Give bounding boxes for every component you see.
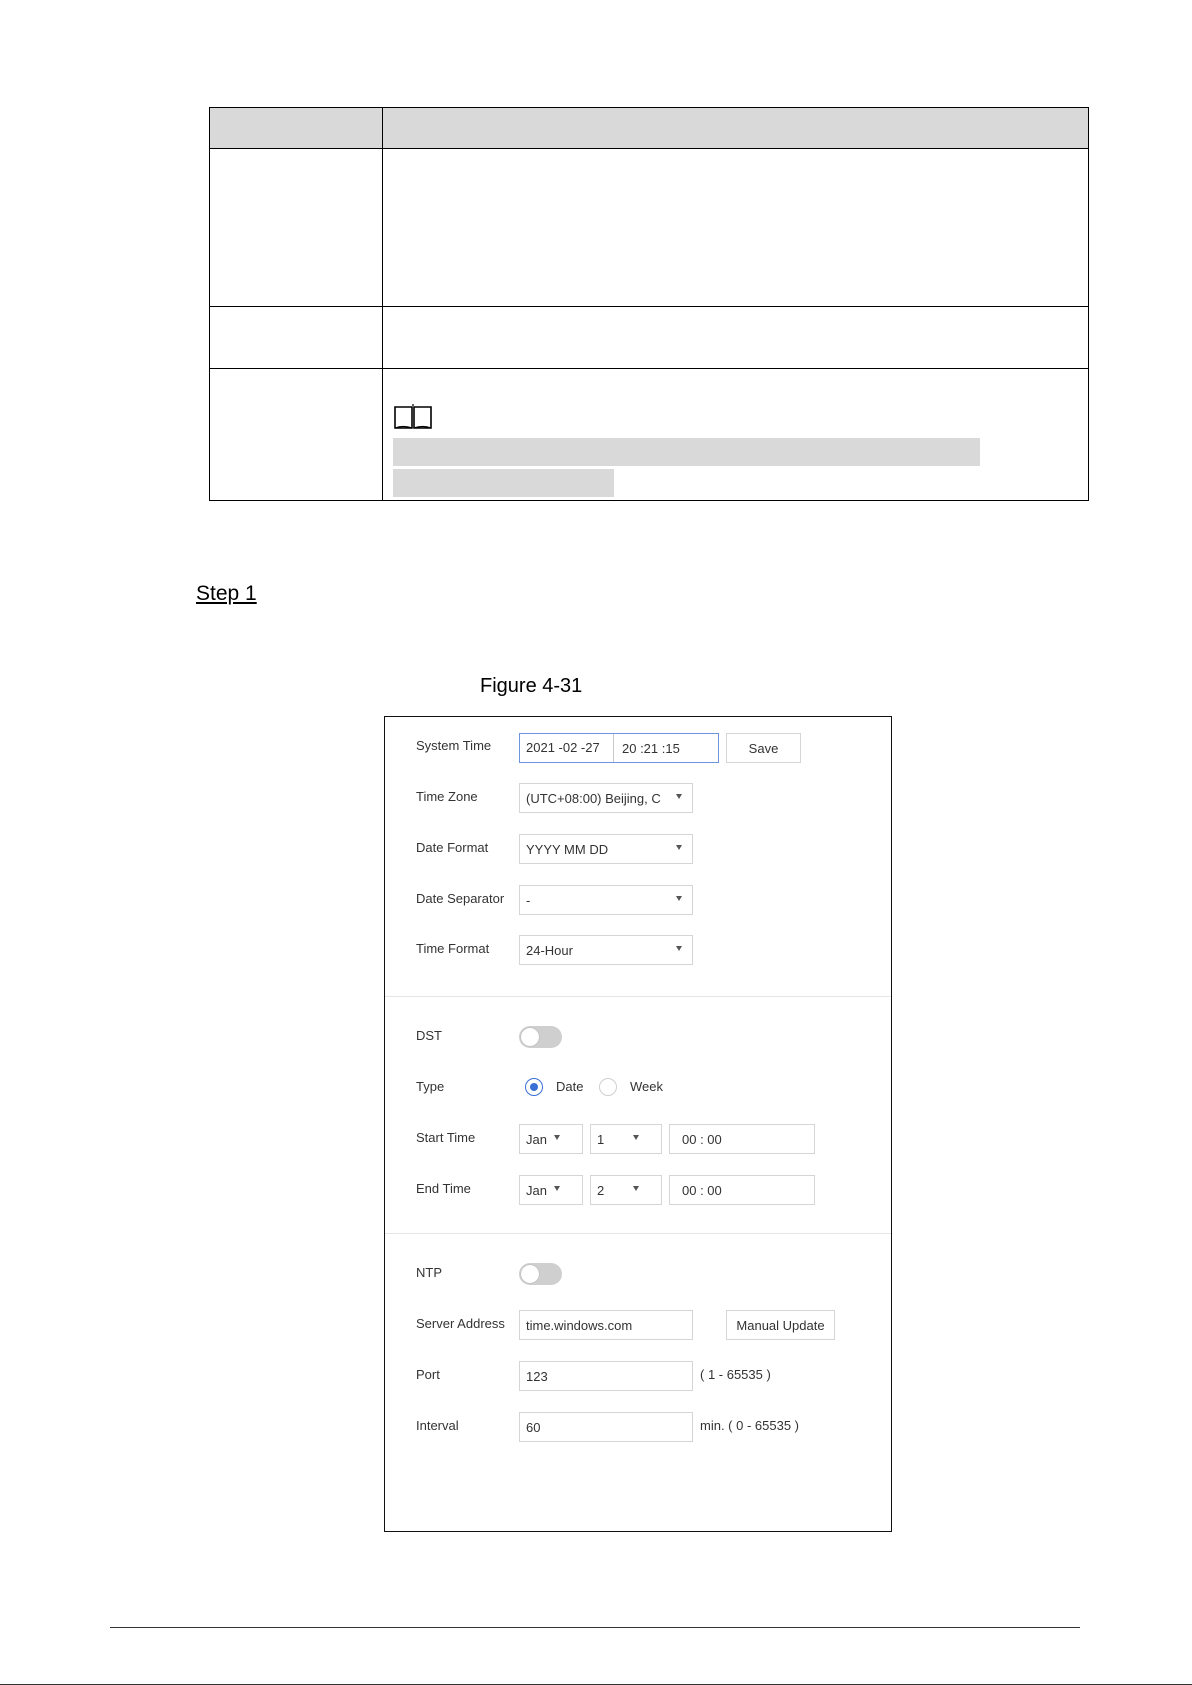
end-day-select[interactable]: 2 — [590, 1175, 662, 1205]
time-zone-value: (UTC+08:00) Beijing, C — [526, 790, 661, 806]
note-cell — [382, 368, 1089, 501]
start-month-value: Jan — [526, 1131, 547, 1147]
type-label: Type — [416, 1079, 445, 1094]
table-header-cell — [209, 107, 383, 149]
date-separator-label: Date Separator — [416, 891, 505, 906]
table-cell — [209, 368, 383, 501]
time-format-value: 24-Hour — [526, 942, 573, 958]
chevron-down-icon — [676, 845, 682, 850]
chevron-down-icon — [554, 1186, 560, 1191]
chevron-down-icon — [554, 1135, 560, 1140]
end-month-value: Jan — [526, 1182, 547, 1198]
time-format-select[interactable]: 24-Hour — [519, 935, 693, 965]
system-time-label: System Time — [416, 738, 492, 753]
section-divider — [385, 1233, 891, 1234]
type-date-label: Date — [556, 1079, 584, 1094]
port-range-hint: ( 1 - 65535 ) — [700, 1367, 771, 1382]
date-format-value: YYYY MM DD — [526, 841, 609, 857]
time-format-label: Time Format — [416, 941, 490, 956]
table-cell — [209, 148, 383, 307]
date-separator-value: - — [526, 892, 531, 908]
interval-label: Interval — [416, 1418, 459, 1433]
type-week-radio[interactable] — [599, 1078, 617, 1096]
table-cell — [382, 148, 1089, 307]
time-settings-panel: System Time 2021 -02 -27 20 :21 :15 Save… — [384, 716, 892, 1532]
figure-caption: Figure 4-31 — [480, 675, 583, 697]
port-input[interactable]: 123 — [519, 1361, 693, 1391]
table-row — [209, 148, 1089, 307]
end-day-value: 2 — [597, 1182, 605, 1198]
type-week-label: Week — [630, 1079, 663, 1094]
time-zone-label: Time Zone — [416, 789, 478, 804]
server-address-label: Server Address — [416, 1316, 505, 1331]
end-time-label: End Time — [416, 1181, 471, 1196]
system-time-input[interactable]: 2021 -02 -27 20 :21 :15 — [519, 733, 719, 763]
port-label: Port — [416, 1367, 440, 1382]
end-time-input[interactable]: 00 : 00 — [669, 1175, 815, 1205]
system-time-field[interactable]: 20 :21 :15 — [614, 741, 680, 756]
date-format-label: Date Format — [416, 840, 489, 855]
end-month-select[interactable]: Jan — [519, 1175, 583, 1205]
chevron-down-icon — [676, 946, 682, 951]
table-cell — [382, 306, 1089, 369]
time-zone-select[interactable]: (UTC+08:00) Beijing, C — [519, 783, 693, 813]
start-day-value: 1 — [597, 1131, 605, 1147]
table-row — [209, 368, 1089, 501]
toggle-knob — [521, 1265, 539, 1283]
table-header-cell — [382, 107, 1089, 149]
table-cell — [209, 306, 383, 369]
chevron-down-icon — [676, 794, 682, 799]
start-time-input[interactable]: 00 : 00 — [669, 1124, 815, 1154]
server-address-input[interactable]: time.windows.com — [519, 1310, 693, 1340]
parameter-table — [209, 107, 1089, 501]
step-label: Step 1 — [196, 582, 257, 605]
redacted-note-text — [393, 469, 614, 497]
chevron-down-icon — [633, 1135, 639, 1140]
toggle-knob — [521, 1028, 539, 1046]
date-format-select[interactable]: YYYY MM DD — [519, 834, 693, 864]
manual-update-button[interactable]: Manual Update — [726, 1310, 835, 1340]
system-date-field[interactable]: 2021 -02 -27 — [520, 734, 614, 762]
book-icon — [394, 404, 432, 429]
start-month-select[interactable]: Jan — [519, 1124, 583, 1154]
save-button[interactable]: Save — [726, 733, 801, 763]
footer-divider — [110, 1627, 1080, 1628]
table-row — [209, 306, 1089, 369]
chevron-down-icon — [633, 1186, 639, 1191]
interval-input[interactable]: 60 — [519, 1412, 693, 1442]
dst-label: DST — [416, 1028, 442, 1043]
interval-range-hint: min. ( 0 - 65535 ) — [700, 1418, 799, 1433]
redacted-note-text — [393, 438, 980, 466]
chevron-down-icon — [676, 896, 682, 901]
ntp-toggle[interactable] — [519, 1263, 562, 1285]
table-header-row — [209, 107, 1089, 149]
start-time-label: Start Time — [416, 1130, 476, 1145]
date-separator-select[interactable]: - — [519, 885, 693, 915]
section-divider — [385, 996, 891, 997]
type-date-radio[interactable] — [525, 1078, 543, 1096]
start-day-select[interactable]: 1 — [590, 1124, 662, 1154]
ntp-label: NTP — [416, 1265, 442, 1280]
dst-toggle[interactable] — [519, 1026, 562, 1048]
